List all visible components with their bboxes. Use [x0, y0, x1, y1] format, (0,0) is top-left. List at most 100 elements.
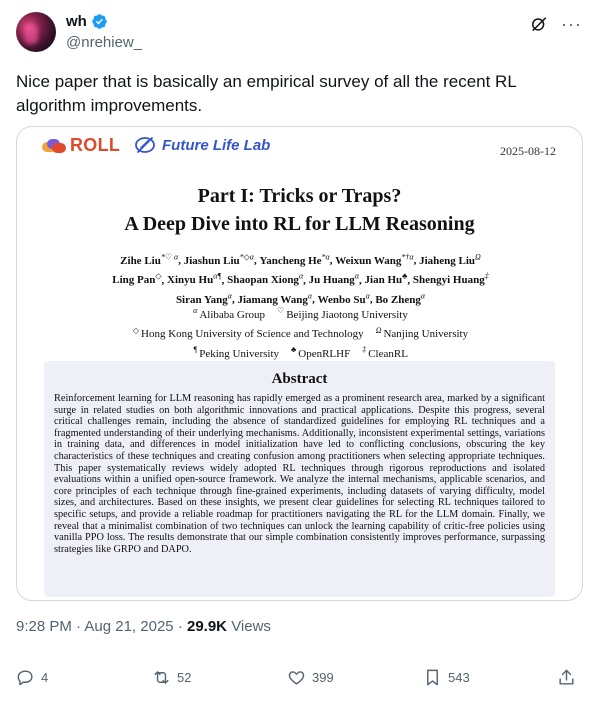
abstract-box: Abstract Reinforcement learning for LLM …	[44, 361, 555, 597]
affiliation-mark: ♡	[277, 306, 285, 315]
share-icon	[559, 669, 574, 685]
paper-author: Yancheng He*α	[259, 252, 330, 267]
affiliation-mark: ◇	[132, 325, 140, 335]
paper-page: ROLL Future Life Lab 2025-08-12 Part I: …	[17, 127, 582, 600]
affiliation-line: ¶ Peking University ♣ OpenRLHF ‡ CleanRL	[37, 342, 564, 362]
author-affiliation-mark: *♡ α	[160, 252, 179, 261]
paper-author: Ju Huangα	[308, 271, 360, 287]
bookmark-icon	[427, 669, 438, 686]
affiliation-line: ◇ Hong Kong University of Science and Tec…	[37, 323, 564, 343]
tweet-meta: 9:28 PM · Aug 21, 2025 · 29.9K Views	[16, 618, 271, 635]
like-count: 399	[312, 670, 334, 685]
verified-badge-icon	[92, 14, 107, 29]
affiliation-name: Beijing Jiaotong University	[286, 308, 408, 321]
paper-author: Shengyi Huang‡	[412, 271, 489, 287]
tweet-time[interactable]: 9:28 PM	[16, 618, 72, 635]
affiliation: ◇ Hong Kong University of Science and Tec…	[132, 325, 364, 341]
views-label: Views	[231, 618, 271, 635]
author-name: Xinyu Hu	[167, 274, 214, 287]
abstract-title: Abstract	[271, 371, 328, 387]
paper-author: Shaopan Xiongα	[227, 271, 304, 287]
paper-author: Jiaheng LiuΩ	[419, 252, 481, 267]
author-affiliation-mark: α	[227, 291, 232, 301]
tweet-text: Nice paper that is basically an empirica…	[16, 72, 517, 115]
views-count: 29.9K	[186, 618, 228, 635]
affiliation-name: Peking University	[199, 347, 279, 360]
paper-authors: Zihe Liu*♡ α, Jiashun Liu*◇α, Yancheng H…	[37, 249, 564, 308]
author-affiliation-mark: ♣	[402, 271, 408, 281]
affiliation-name: CleanRL	[368, 347, 408, 360]
affiliation-mark: ‡	[362, 345, 367, 355]
author-affiliation-mark: α	[298, 271, 304, 281]
affiliation: α Alibaba Group	[193, 306, 266, 321]
reply-icon	[17, 670, 33, 686]
affiliation-mark: α	[193, 306, 198, 315]
author-name: Jiashun Liu	[183, 254, 240, 267]
author-affiliation-mark: ‡	[484, 271, 489, 281]
author-display-name[interactable]: wh	[66, 13, 87, 30]
paper-affiliations: α Alibaba Group ♡ Beijing Jiaotong Universi…	[37, 303, 564, 362]
affiliation: ¶ Peking University	[193, 345, 279, 360]
author-affiliation-mark: α	[307, 291, 313, 301]
heart-icon	[288, 671, 305, 685]
tweet-date[interactable]: Aug 21, 2025	[84, 618, 173, 635]
author-name: Jian Hu	[364, 274, 403, 287]
avatar[interactable]	[16, 12, 56, 52]
author-affiliation-mark: α	[354, 271, 360, 281]
author-name: Ju Huang	[308, 274, 355, 287]
tweet-actions: 4 52 399 543	[16, 662, 583, 696]
author-affiliation-mark: *◇α	[239, 252, 255, 261]
affiliation-name: OpenRLHF	[298, 347, 351, 360]
repost-icon	[154, 671, 169, 684]
author-handle[interactable]: @nrehiew_	[66, 34, 142, 51]
bookmark-count: 543	[448, 670, 470, 685]
author-affiliation-mark: ◇	[155, 271, 162, 281]
affiliation-mark: Ω	[375, 325, 382, 335]
author-name-row: wh	[66, 13, 108, 30]
affiliation: Ω Nanjing University	[375, 325, 468, 341]
affiliation: ‡ CleanRL	[362, 345, 408, 360]
roll-logo-text: ROLL	[70, 135, 121, 155]
more-options-icon[interactable]: ···	[561, 14, 581, 34]
author-affiliation-mark: *α	[321, 252, 330, 261]
affiliation-name: Alibaba Group	[199, 308, 266, 321]
author-affiliation-mark: *†α	[401, 252, 414, 261]
paper-author: Jiashun Liu*◇α	[183, 252, 255, 267]
like-button[interactable]: 399	[287, 668, 334, 687]
reply-count: 4	[41, 670, 49, 685]
paper-author: Weixun Wang*†α	[335, 252, 414, 267]
tweet-image[interactable]: ROLL Future Life Lab 2025-08-12 Part I: …	[16, 126, 583, 601]
author-name: Yancheng He	[259, 254, 322, 267]
roll-logo: ROLL	[41, 135, 120, 156]
paper-author: Xinyu Huα¶	[167, 272, 222, 287]
future-life-lab-icon	[135, 137, 155, 153]
paper-author: Zihe Liu*♡ α	[120, 252, 179, 267]
author-name: Shengyi Huang	[412, 274, 485, 287]
author-name: Weixun Wang	[335, 254, 402, 267]
repost-button[interactable]: 52	[152, 668, 191, 687]
affiliation: ♡ Beijing Jiaotong University	[277, 306, 408, 321]
roll-logo-icon	[42, 138, 66, 153]
future-life-lab-logo: Future Life Lab	[134, 135, 270, 155]
paper-date: 2025-08-12	[500, 144, 556, 158]
bookmark-button[interactable]: 543	[423, 668, 470, 687]
authors-line-1: Zihe Liu*♡ α, Jiashun Liu*◇α, Yancheng H…	[120, 252, 481, 267]
affiliation-mark: ♣	[291, 345, 297, 355]
author-affiliation-mark: α	[420, 291, 426, 301]
grok-icon[interactable]	[529, 14, 549, 34]
reply-button[interactable]: 4	[16, 668, 48, 687]
author-affiliation-mark: Ω	[475, 252, 481, 261]
share-button[interactable]	[557, 668, 576, 687]
affiliation-name: Hong Kong University of Science and Tech…	[141, 328, 364, 341]
affiliation-line: α Alibaba Group ♡ Beijing Jiaotong Universi…	[37, 303, 564, 323]
author-name: Zihe Liu	[120, 254, 161, 267]
author-affiliation-mark: α	[365, 291, 370, 301]
repost-count: 52	[177, 670, 192, 685]
affiliation: ♣ OpenRLHF	[291, 345, 351, 360]
paper-author: Ling Pan◇	[112, 271, 162, 287]
tweet-header: wh @nrehiew_ ···	[16, 12, 583, 60]
author-name: Jiaheng Liu	[419, 254, 476, 267]
affiliation-mark: ¶	[193, 345, 198, 355]
future-life-lab-text: Future Life Lab	[162, 136, 271, 154]
author-name: Shaopan Xiong	[227, 274, 299, 287]
